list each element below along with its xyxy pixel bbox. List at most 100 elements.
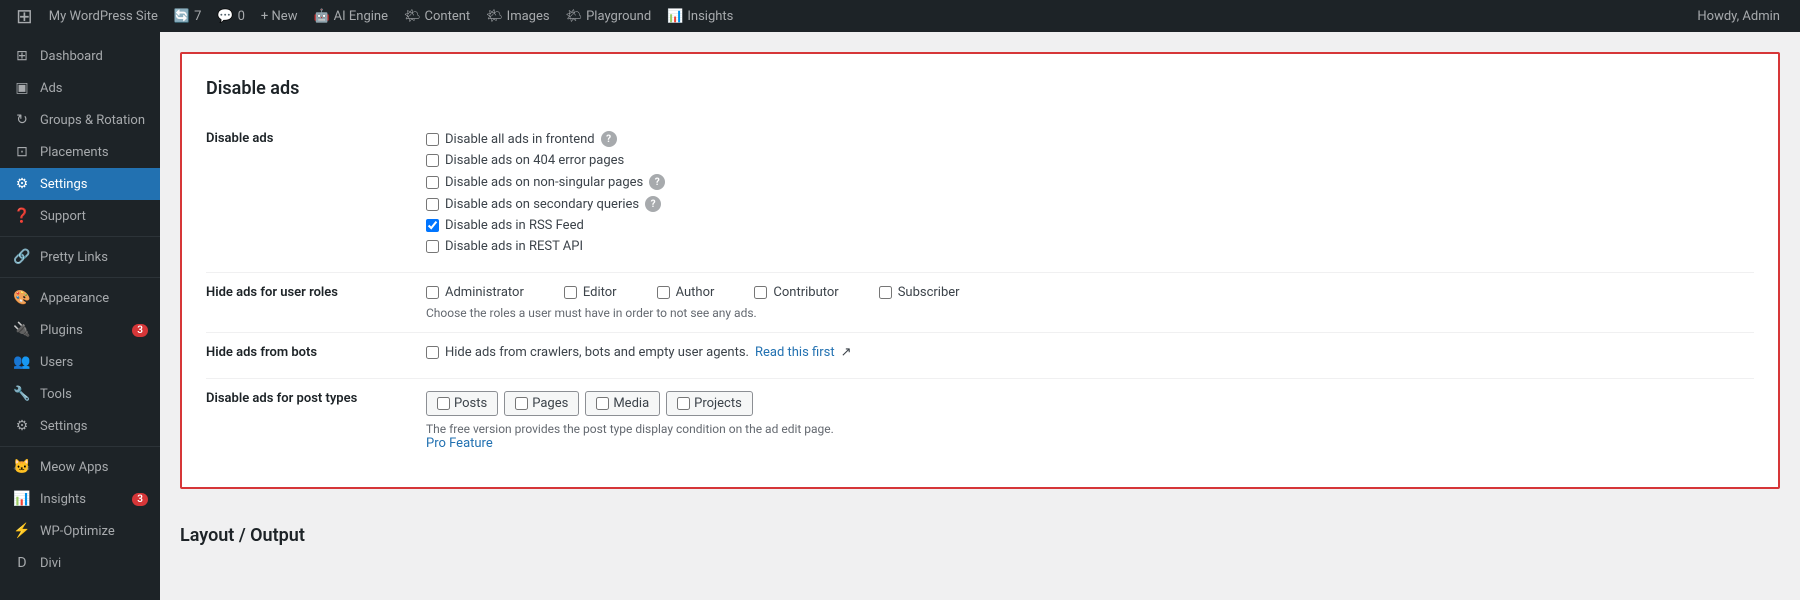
ads-icon: ▣ (12, 80, 32, 96)
checkbox-role-author[interactable] (657, 286, 670, 299)
images-label: Images (507, 9, 550, 24)
checkbox-post-type-pages[interactable] (515, 397, 528, 410)
checkbox-disable-404[interactable] (426, 154, 439, 167)
adminbar-content[interactable]: 🌤 Content (396, 0, 478, 32)
label-post-type-media[interactable]: Media (613, 396, 649, 411)
label-role-editor[interactable]: Editor (583, 285, 617, 300)
label-role-contributor[interactable]: Contributor (773, 285, 838, 300)
sidebar-item-pretty-links[interactable]: 🔗 Pretty Links (0, 241, 160, 273)
post-type-pages[interactable]: Pages (504, 391, 579, 416)
sidebar-item-groups-rotation[interactable]: ↻ Groups & Rotation (0, 104, 160, 136)
label-disable-rest[interactable]: Disable ads in REST API (445, 239, 583, 254)
settings-icon: ⚙ (12, 176, 32, 192)
adminbar-new[interactable]: + New (253, 0, 306, 32)
settings-table: Disable ads Disable all ads in frontend … (206, 119, 1754, 463)
sidebar-item-wp-optimize[interactable]: ⚡ WP-Optimize (0, 515, 160, 547)
sidebar-item-support[interactable]: ❓ Support (0, 200, 160, 232)
post-type-projects[interactable]: Projects (666, 391, 753, 416)
role-administrator: Administrator (426, 285, 524, 300)
wp-logo[interactable]: ⊞ (8, 0, 41, 32)
help-icon-frontend[interactable]: ? (601, 131, 617, 147)
sidebar-label-wp-optimize: WP-Optimize (40, 524, 115, 539)
sidebar-label-support: Support (40, 209, 86, 224)
help-icon-secondary[interactable]: ? (645, 196, 661, 212)
post-type-posts[interactable]: Posts (426, 391, 498, 416)
checkbox-hide-bots[interactable] (426, 346, 439, 359)
checkbox-row-non-singular: Disable ads on non-singular pages ? (426, 174, 1754, 190)
pro-feature-link[interactable]: Pro Feature (426, 436, 493, 451)
checkbox-role-contributor[interactable] (754, 286, 767, 299)
sidebar-item-appearance[interactable]: 🎨 Appearance (0, 282, 160, 314)
adminbar-updates[interactable]: 🔄 7 (166, 0, 210, 32)
sidebar-label-dashboard: Dashboard (40, 49, 103, 64)
menu-separator-3 (0, 446, 160, 447)
sidebar-label-tools: Tools (40, 387, 72, 402)
checkbox-role-subscriber[interactable] (879, 286, 892, 299)
menu-separator-1 (0, 236, 160, 237)
checkbox-post-type-posts[interactable] (437, 397, 450, 410)
sidebar-item-ads[interactable]: ▣ Ads (0, 72, 160, 104)
sidebar-item-placements[interactable]: ⊡ Placements (0, 136, 160, 168)
sidebar-item-plugins[interactable]: 🔌 Plugins 3 (0, 314, 160, 346)
sidebar-item-divi[interactable]: D Divi (0, 547, 160, 579)
ai-engine-label: AI Engine (334, 9, 388, 24)
admin-menu: ⊞ Dashboard ▣ Ads ↻ Groups & Rotation ⊡ … (0, 32, 160, 600)
settings2-icon: ⚙ (12, 418, 32, 434)
checkbox-post-type-projects[interactable] (677, 397, 690, 410)
meow-apps-icon: 🐱 (12, 459, 32, 475)
adminbar-howdy: Howdy, Admin (1685, 9, 1792, 24)
adminbar-playground[interactable]: 🌤 Playground (558, 0, 660, 32)
sidebar-item-dashboard[interactable]: ⊞ Dashboard (0, 40, 160, 72)
insights-badge: 3 (132, 493, 148, 506)
checkbox-disable-frontend[interactable] (426, 133, 439, 146)
checkbox-role-admin[interactable] (426, 286, 439, 299)
label-role-subscriber[interactable]: Subscriber (898, 285, 960, 300)
adminbar-ai-engine[interactable]: 🤖 AI Engine (305, 0, 396, 32)
label-disable-rss[interactable]: Disable ads in RSS Feed (445, 218, 584, 233)
adminbar-comments[interactable]: 💬 0 (209, 0, 253, 32)
label-post-type-pages[interactable]: Pages (532, 396, 568, 411)
content-label: Content (425, 9, 471, 24)
label-disable-secondary[interactable]: Disable ads on secondary queries (445, 197, 639, 212)
label-hide-bots[interactable]: Hide ads from crawlers, bots and empty u… (445, 345, 749, 360)
section-title: Disable ads (206, 78, 1754, 99)
sidebar-label-settings2: Settings (40, 419, 87, 434)
wp-optimize-icon: ⚡ (12, 523, 32, 539)
checkbox-disable-non-singular[interactable] (426, 176, 439, 189)
label-post-type-projects[interactable]: Projects (694, 396, 742, 411)
divi-icon: D (12, 555, 32, 571)
sidebar-item-insights[interactable]: 📊 Insights 3 (0, 483, 160, 515)
label-disable-frontend[interactable]: Disable all ads in frontend (445, 132, 595, 147)
content-icon: 🌤 (404, 9, 421, 24)
wp-layout: ⊞ Dashboard ▣ Ads ↻ Groups & Rotation ⊡ … (0, 32, 1800, 600)
disable-ads-row: Disable ads Disable all ads in frontend … (206, 119, 1754, 273)
help-icon-non-singular[interactable]: ? (649, 174, 665, 190)
checkbox-disable-rest[interactable] (426, 240, 439, 253)
sidebar-item-settings2[interactable]: ⚙ Settings (0, 410, 160, 442)
label-disable-404[interactable]: Disable ads on 404 error pages (445, 153, 624, 168)
checkbox-role-editor[interactable] (564, 286, 577, 299)
checkbox-disable-secondary[interactable] (426, 198, 439, 211)
adminbar-images[interactable]: 🌤 Images (478, 0, 557, 32)
read-first-link[interactable]: Read this first (755, 345, 835, 360)
checkbox-post-type-media[interactable] (596, 397, 609, 410)
sidebar-item-meow-apps[interactable]: 🐱 Meow Apps (0, 451, 160, 483)
label-role-author[interactable]: Author (676, 285, 715, 300)
label-role-admin[interactable]: Administrator (445, 285, 524, 300)
adminbar-insights[interactable]: 📊 Insights (659, 0, 741, 32)
adminbar-site-name[interactable]: My WordPress Site (41, 0, 166, 32)
post-type-media[interactable]: Media (585, 391, 660, 416)
hide-bots-content: Hide ads from crawlers, bots and empty u… (426, 333, 1754, 379)
site-name-label: My WordPress Site (49, 9, 158, 24)
label-post-type-posts[interactable]: Posts (454, 396, 487, 411)
sidebar-item-tools[interactable]: 🔧 Tools (0, 378, 160, 410)
placements-icon: ⊡ (12, 144, 32, 160)
sidebar-item-settings[interactable]: ⚙ Settings (0, 168, 160, 200)
sidebar-item-users[interactable]: 👥 Users (0, 346, 160, 378)
label-disable-non-singular[interactable]: Disable ads on non-singular pages (445, 175, 643, 190)
updates-icon: 🔄 (174, 9, 190, 24)
checkbox-row-rest: Disable ads in REST API (426, 239, 1754, 254)
sidebar-label-settings: Settings (40, 177, 87, 192)
checkbox-disable-rss[interactable] (426, 219, 439, 232)
disable-ads-content: Disable all ads in frontend ? Disable ad… (426, 119, 1754, 273)
